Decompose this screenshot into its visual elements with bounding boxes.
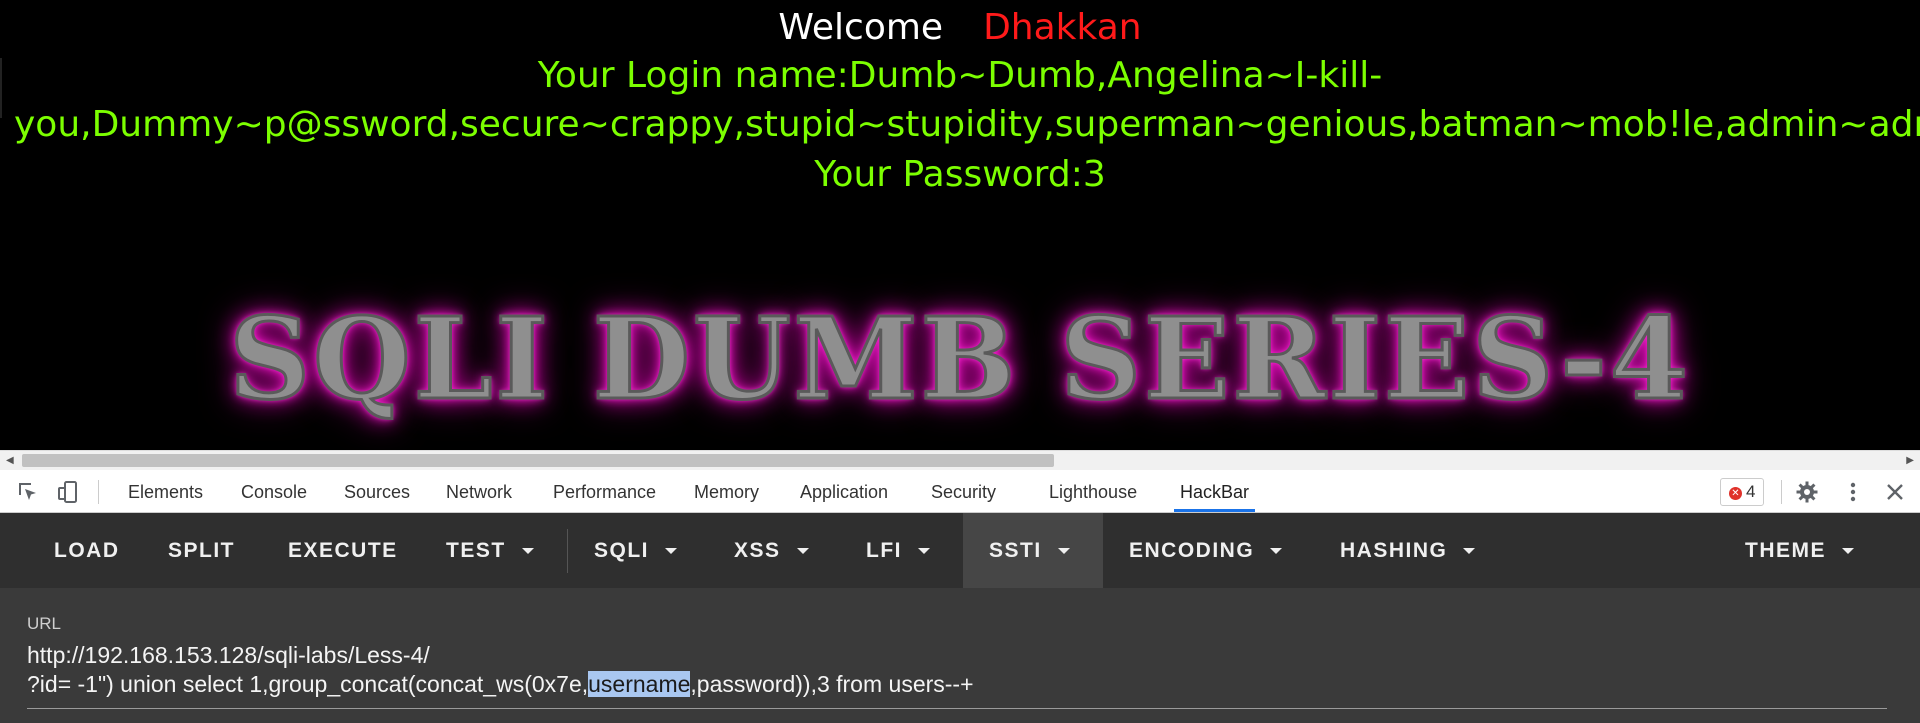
welcome-label: Welcome — [778, 7, 944, 48]
login-name-line-1: Your Login name:Dumb~Dumb,Angelina~I-kil… — [537, 55, 1383, 96]
close-devtools-icon[interactable] — [1883, 480, 1907, 504]
ssti-dropdown[interactable]: SSTI — [963, 513, 1103, 588]
chevron-down-icon — [1463, 548, 1476, 554]
settings-gear-icon[interactable] — [1795, 480, 1819, 504]
error-count-badge[interactable]: ✕ 4 — [1720, 478, 1765, 506]
welcome-name: Dhakkan — [983, 7, 1142, 48]
chevron-down-icon — [665, 548, 678, 554]
toolbar-divider — [567, 529, 568, 573]
tab-sources[interactable]: Sources — [342, 470, 412, 512]
url-line-1: http://192.168.153.128/sqli-labs/Less-4/ — [27, 642, 430, 668]
password-line: Your Password:3 — [814, 154, 1106, 195]
scroll-left-arrow-icon[interactable]: ◀ — [6, 455, 14, 466]
tab-lighthouse[interactable]: Lighthouse — [1047, 470, 1139, 512]
theme-dropdown[interactable]: THEME — [1745, 513, 1854, 588]
url-line-2-suffix: ,password)),3 from users--+ — [690, 671, 974, 697]
sqli-dropdown[interactable]: SQLI — [594, 513, 678, 588]
url-line-2-prefix: ?id= -1") union select 1,group_concat(co… — [27, 671, 589, 697]
split-button[interactable]: SPLIT — [168, 513, 235, 588]
tab-security[interactable]: Security — [929, 470, 998, 512]
lfi-dropdown[interactable]: LFI — [866, 513, 930, 588]
url-input-underline — [27, 708, 1887, 709]
test-dropdown[interactable]: TEST — [446, 513, 534, 588]
chevron-down-icon — [1057, 548, 1070, 554]
web-page: Welcome Dhakkan Your Login name:Dumb~Dumb… — [0, 0, 1920, 450]
tab-memory[interactable]: Memory — [692, 470, 761, 512]
toolbar-divider — [98, 480, 99, 504]
url-field-label: URL — [27, 614, 62, 633]
load-button[interactable]: LOAD — [54, 513, 120, 588]
hashing-dropdown[interactable]: HASHING — [1340, 513, 1476, 588]
chevron-down-icon — [918, 548, 930, 554]
chevron-down-icon — [1842, 548, 1854, 554]
device-toolbar-icon[interactable] — [56, 480, 80, 504]
tab-application[interactable]: Application — [798, 470, 890, 512]
welcome-line: Welcome Dhakkan — [0, 4, 1920, 52]
sqli-banner-logo: SQLI DUMB SERIES-4 — [228, 293, 1691, 427]
tab-console[interactable]: Console — [239, 470, 309, 512]
devtools-tab-bar: Elements Console Sources Network Perform… — [0, 470, 1920, 513]
login-name-line-2: you,Dummy~p@ssword,secure~crappy,stupid~… — [14, 104, 1920, 145]
url-selected-text: username — [588, 671, 691, 697]
encoding-dropdown[interactable]: ENCODING — [1129, 513, 1283, 588]
tab-elements[interactable]: Elements — [126, 470, 205, 512]
chevron-down-icon — [1270, 548, 1283, 554]
url-input[interactable]: http://192.168.153.128/sqli-labs/Less-4/… — [27, 641, 1887, 699]
toolbar-divider — [1781, 480, 1782, 504]
chevron-down-icon — [521, 548, 534, 554]
tab-performance[interactable]: Performance — [551, 470, 658, 512]
error-count: 4 — [1746, 482, 1756, 501]
more-options-icon[interactable] — [1841, 480, 1865, 504]
scroll-right-arrow-icon[interactable]: ▶ — [1906, 455, 1914, 466]
scrollbar-thumb[interactable] — [22, 454, 1054, 467]
tab-hackbar[interactable]: HackBar — [1174, 470, 1256, 512]
hackbar-toolbar: LOAD SPLIT EXECUTE TEST SQLI XSS LFI SST… — [0, 513, 1920, 588]
execute-button[interactable]: EXECUTE — [288, 513, 398, 588]
horizontal-scrollbar[interactable]: ◀ ▶ — [0, 450, 1920, 470]
xss-dropdown[interactable]: XSS — [734, 513, 809, 588]
error-icon: ✕ — [1729, 487, 1742, 500]
tab-network[interactable]: Network — [444, 470, 514, 512]
chevron-down-icon — [796, 548, 809, 554]
inspect-element-icon[interactable] — [16, 480, 40, 504]
hackbar-panel: LOAD SPLIT EXECUTE TEST SQLI XSS LFI SST… — [0, 513, 1920, 723]
